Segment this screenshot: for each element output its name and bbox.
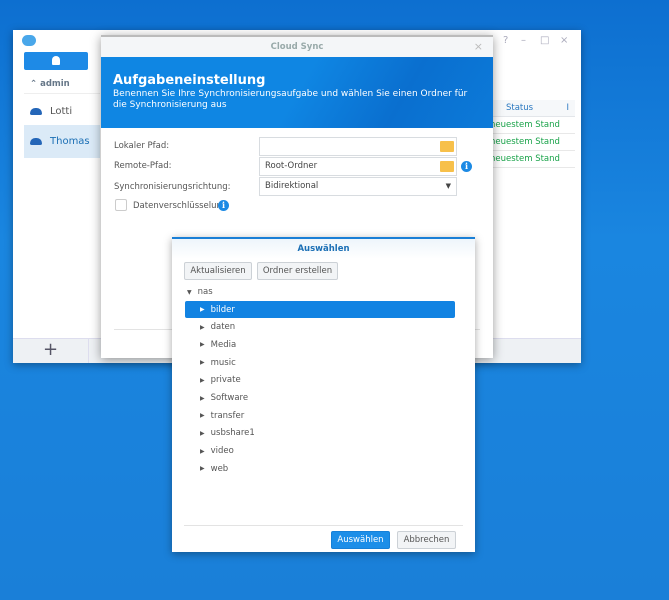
minimize-icon[interactable]: – (521, 35, 526, 46)
table-row-status[interactable]: neuestem Stand (490, 151, 575, 168)
user-icon (52, 56, 60, 65)
column-header-extra: I (566, 103, 569, 113)
maximize-icon[interactable]: □ (540, 35, 549, 46)
cloud-icon (30, 108, 42, 115)
dialog-heading: Aufgabeneinstellung (113, 73, 266, 88)
tree-root-nas[interactable]: ▼ nas (187, 287, 213, 297)
cloud-icon (30, 138, 42, 145)
tree-root-label: nas (197, 287, 213, 297)
tree-folder-item[interactable]: ▶ music (185, 354, 455, 371)
column-header-status[interactable]: Status I (490, 100, 575, 117)
remote-path-value: Root-Ordner (265, 161, 318, 171)
tree-folder-item[interactable]: ▶ usbshare1 (185, 425, 455, 442)
folder-label: usbshare1 (210, 428, 255, 439)
tree-folder-item[interactable]: ▶ web (185, 460, 455, 477)
folder-label: daten (210, 322, 236, 333)
folder-icon[interactable] (440, 141, 454, 152)
caret-right-icon: ▶ (200, 341, 205, 349)
local-path-label: Lokaler Pfad: (114, 141, 170, 151)
remote-path-input[interactable]: Root-Ordner (259, 157, 457, 176)
caret-right-icon: ▶ (200, 376, 205, 384)
cancel-button[interactable]: Abbrechen (397, 531, 456, 549)
remote-path-label: Remote-Pfad: (114, 161, 172, 171)
folder-label: Software (210, 393, 249, 403)
sidebar-item-label: Lotti (50, 106, 73, 117)
chooser-title: Auswählen (172, 239, 475, 259)
folder-icon[interactable] (440, 161, 454, 172)
chevron-down-icon: ▼ (445, 182, 451, 190)
folder-label: bilder (210, 304, 235, 315)
sidebar-group-admin[interactable]: ⌃ admin (30, 79, 70, 89)
sync-direction-value: Bidirektional (265, 181, 319, 191)
folder-label: Media (210, 339, 237, 350)
sync-direction-select[interactable]: Bidirektional ▼ (259, 177, 457, 196)
encryption-checkbox[interactable] (115, 199, 127, 211)
folder-label: private (210, 375, 241, 386)
app-logo-icon (22, 35, 36, 46)
tree-folder-item[interactable]: ▶ video (185, 443, 455, 460)
caret-right-icon: ▶ (200, 359, 205, 367)
caret-right-icon: ▶ (200, 465, 205, 473)
folder-label: transfer (210, 410, 245, 421)
caret-right-icon: ▶ (200, 394, 205, 402)
table-row-status[interactable]: neuestem Stand (490, 117, 575, 134)
tree-folder-item[interactable]: ▶ private (185, 372, 455, 389)
caret-right-icon: ▶ (200, 412, 205, 420)
dialog-description: Benennen Sie Ihre Synchronisierungsaufga… (113, 89, 468, 110)
encryption-label: Datenverschlüsselung (133, 201, 228, 211)
tree-folder-item[interactable]: ▶ Media (185, 336, 455, 353)
close-icon[interactable]: × (560, 35, 568, 46)
tree-folder-item[interactable]: ▶ daten (185, 319, 455, 336)
refresh-button[interactable]: Aktualisieren (184, 262, 252, 280)
folder-label: web (210, 463, 229, 474)
sync-direction-label: Synchronisierungsrichtung: (114, 182, 231, 192)
info-icon[interactable]: i (218, 200, 229, 211)
status-header-label: Status (506, 103, 534, 113)
info-icon[interactable]: i (461, 161, 472, 172)
caret-right-icon: ▶ (200, 323, 205, 331)
caret-down-icon: ▼ (187, 289, 192, 296)
folder-chooser-dialog: Auswählen Aktualisieren Ordner erstellen… (172, 237, 475, 552)
caret-right-icon: ▶ (200, 429, 205, 437)
add-task-button[interactable]: + (13, 339, 89, 363)
sidebar-item-label: Thomas (50, 136, 90, 147)
dialog-close-icon[interactable]: × (474, 40, 483, 53)
tree-folder-item[interactable]: ▶ transfer (185, 407, 455, 424)
folder-label: video (210, 446, 234, 457)
local-path-input[interactable] (259, 137, 457, 156)
tree-folder-item[interactable]: ▶ Software (185, 390, 455, 407)
create-folder-button[interactable]: Ordner erstellen (257, 262, 338, 280)
folder-label: music (210, 357, 236, 368)
dialog-title: Cloud Sync (101, 37, 493, 57)
divider (184, 525, 463, 526)
dialog-header: Aufgabeneinstellung Benennen Sie Ihre Sy… (101, 57, 493, 128)
caret-right-icon: ▶ (200, 447, 205, 455)
sidebar-item-lotti[interactable]: Lotti (24, 95, 100, 128)
select-button[interactable]: Auswählen (331, 531, 390, 549)
group-label: admin (40, 79, 70, 89)
table-row-status[interactable]: neuestem Stand (490, 134, 575, 151)
tree-folder-item[interactable]: ▶ bilder (185, 301, 455, 318)
sidebar-item-thomas[interactable]: Thomas (24, 125, 100, 158)
caret-right-icon: ▶ (200, 306, 205, 313)
help-icon[interactable]: ? (503, 35, 508, 46)
user-button[interactable] (24, 52, 88, 70)
